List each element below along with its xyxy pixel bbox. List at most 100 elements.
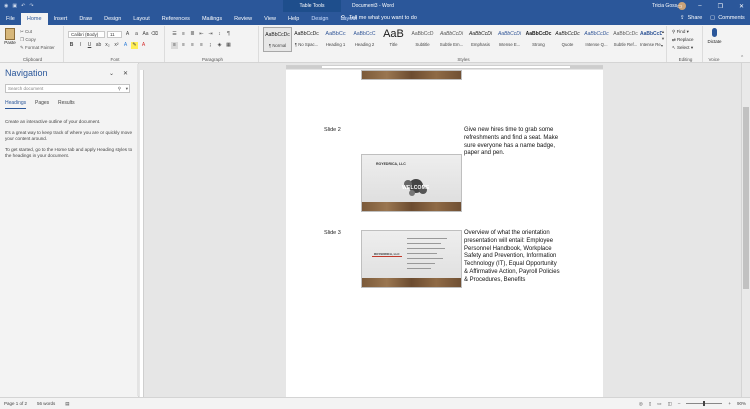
- style-heading-1[interactable]: AaBbCc Heading 1: [321, 27, 350, 52]
- ribbon-display-icon[interactable]: ▭: [677, 3, 683, 10]
- search-icon[interactable]: ⚲: [118, 85, 121, 93]
- tab-headings[interactable]: Headings: [5, 100, 27, 109]
- decrease-indent-icon[interactable]: ⇤: [198, 31, 205, 38]
- scrollbar-thumb[interactable]: [743, 107, 749, 289]
- copy-button[interactable]: ❐ Copy: [20, 36, 55, 44]
- tab-mailings[interactable]: Mailings: [196, 13, 228, 25]
- style-quote[interactable]: AaBbCcDc Quote: [553, 27, 582, 52]
- change-case-icon[interactable]: Aa: [142, 31, 149, 38]
- style-heading-2[interactable]: AaBbCcC Heading 2: [350, 27, 379, 52]
- find-button[interactable]: ⚲ Find ▾: [672, 28, 694, 36]
- tab-file[interactable]: File: [0, 13, 21, 25]
- highlight-icon[interactable]: ✎: [131, 41, 138, 49]
- replace-button[interactable]: ⇄ Replace: [672, 36, 694, 44]
- style-strong[interactable]: AaBbCcDc Strong: [524, 27, 553, 52]
- sort-icon[interactable]: ↕: [216, 31, 223, 38]
- restore-icon[interactable]: ❐: [718, 3, 723, 10]
- chevron-down-icon[interactable]: ▾: [126, 85, 128, 93]
- web-layout-icon[interactable]: ◫: [668, 401, 672, 407]
- bullets-icon[interactable]: ☰: [171, 31, 178, 38]
- slide-thumbnail[interactable]: ROYEDRICA, LLC: [361, 230, 462, 288]
- navigation-scrollbar[interactable]: [137, 64, 139, 396]
- style-intense-reference[interactable]: AaBbCcDc Intense Re...: [640, 27, 662, 52]
- tab-references[interactable]: References: [156, 13, 196, 25]
- font-color-icon[interactable]: A: [140, 42, 147, 49]
- dictate-button[interactable]: Dictate: [706, 28, 723, 44]
- styles-scroll[interactable]: ▲ ▼ ▾: [661, 28, 665, 49]
- zoom-out-icon[interactable]: –: [678, 401, 681, 406]
- word-count[interactable]: 56 words: [37, 401, 55, 406]
- tab-insert[interactable]: Insert: [48, 13, 74, 25]
- strikethrough-icon[interactable]: ab: [95, 42, 102, 49]
- select-button[interactable]: ↖ Select ▾: [672, 44, 694, 52]
- tab-table-design[interactable]: Design: [305, 13, 334, 25]
- zoom-in-icon[interactable]: +: [728, 401, 731, 406]
- superscript-icon[interactable]: x²: [113, 42, 120, 49]
- minimize-icon[interactable]: –: [698, 3, 701, 10]
- multilevel-list-icon[interactable]: ≣: [189, 31, 196, 38]
- close-icon[interactable]: ✕: [123, 70, 128, 77]
- tell-me-box[interactable]: ⚲ Tell me what you want to do: [341, 12, 417, 25]
- align-left-icon[interactable]: ≡: [171, 41, 178, 49]
- tab-draw[interactable]: Draw: [73, 13, 98, 25]
- chevron-down-icon[interactable]: ⌄: [109, 70, 114, 77]
- zoom-level[interactable]: 90%: [737, 401, 746, 406]
- tab-home[interactable]: Home: [20, 13, 48, 25]
- tab-pages[interactable]: Pages: [35, 100, 49, 108]
- style-subtitle[interactable]: AaBbCcD Subtitle: [408, 27, 437, 52]
- clear-format-icon[interactable]: ⌫: [151, 31, 158, 38]
- focus-icon[interactable]: ◎: [639, 401, 643, 407]
- tab-design[interactable]: Design: [98, 13, 127, 25]
- underline-icon[interactable]: U: [86, 42, 93, 49]
- style-subtle-emphasis[interactable]: AaBbCcDi Subtle Em...: [437, 27, 466, 52]
- subscript-icon[interactable]: x₂: [104, 42, 111, 49]
- borders-icon[interactable]: ▦: [225, 42, 232, 49]
- style-no-spacing[interactable]: AaBbCcDc ¶ No Spac...: [292, 27, 321, 52]
- tab-results[interactable]: Results: [58, 100, 75, 108]
- print-layout-icon[interactable]: ▭: [657, 401, 661, 407]
- font-size-select[interactable]: 11: [107, 30, 122, 38]
- comments-button[interactable]: ▢ Comments: [710, 12, 745, 25]
- increase-indent-icon[interactable]: ⇥: [207, 31, 214, 38]
- line-spacing-icon[interactable]: ↨: [207, 42, 214, 49]
- style-title[interactable]: AaB Title: [379, 27, 408, 52]
- tab-view[interactable]: View: [258, 13, 282, 25]
- style-emphasis[interactable]: AaBbCcDi Emphasis: [466, 27, 495, 52]
- bold-icon[interactable]: B: [68, 42, 75, 49]
- zoom-slider[interactable]: [686, 401, 723, 406]
- page-count[interactable]: Page 1 of 2: [4, 401, 27, 406]
- search-input[interactable]: Search document ⚲ ▾: [5, 84, 130, 93]
- tab-review[interactable]: Review: [228, 13, 258, 25]
- align-center-icon[interactable]: ≡: [180, 42, 187, 49]
- vertical-ruler[interactable]: [140, 70, 144, 397]
- pilcrow-icon[interactable]: ¶: [225, 31, 232, 38]
- autosave-toggle[interactable]: ◉: [4, 3, 8, 9]
- shading-icon[interactable]: ◈: [216, 42, 223, 49]
- proofing-icon[interactable]: ▤: [65, 401, 69, 407]
- zoom-slider-knob[interactable]: [703, 401, 706, 406]
- collapse-ribbon-icon[interactable]: ⌃: [740, 55, 744, 61]
- redo-icon[interactable]: ↷: [29, 3, 33, 9]
- slide-thumbnail[interactable]: ROYEDRICA, LLC WELCOME: [361, 154, 462, 212]
- paste-button[interactable]: Paste: [4, 28, 16, 45]
- format-painter-button[interactable]: ✎ Format Painter: [20, 44, 55, 52]
- align-right-icon[interactable]: ≡: [189, 42, 196, 49]
- grow-font-icon[interactable]: A: [124, 31, 131, 38]
- share-button[interactable]: ⇪ Share: [680, 12, 702, 25]
- document-page[interactable]: Slide 2 ROYEDRICA, LLC WELCOME Give new …: [286, 70, 603, 397]
- style-subtle-reference[interactable]: AaBbCcDc Subtle Ref...: [611, 27, 640, 52]
- vertical-scrollbar[interactable]: [741, 63, 750, 397]
- user-name[interactable]: Tricia Goss: [652, 3, 677, 9]
- justify-icon[interactable]: ≡: [198, 42, 205, 49]
- horizontal-ruler[interactable]: [286, 65, 603, 69]
- tab-help[interactable]: Help: [282, 13, 305, 25]
- style-intense-emphasis[interactable]: AaBbCcDi Intense E...: [495, 27, 524, 52]
- close-icon[interactable]: ✕: [739, 3, 744, 10]
- slide-thumbnail[interactable]: [361, 70, 462, 80]
- italic-icon[interactable]: I: [77, 42, 84, 49]
- save-icon[interactable]: ▣: [12, 3, 17, 9]
- cut-button[interactable]: ✂ Cut: [20, 28, 55, 36]
- style-intense-quote[interactable]: AaBbCcDc Intense Q...: [582, 27, 611, 52]
- read-mode-icon[interactable]: ▯: [649, 401, 651, 407]
- tab-layout[interactable]: Layout: [127, 13, 156, 25]
